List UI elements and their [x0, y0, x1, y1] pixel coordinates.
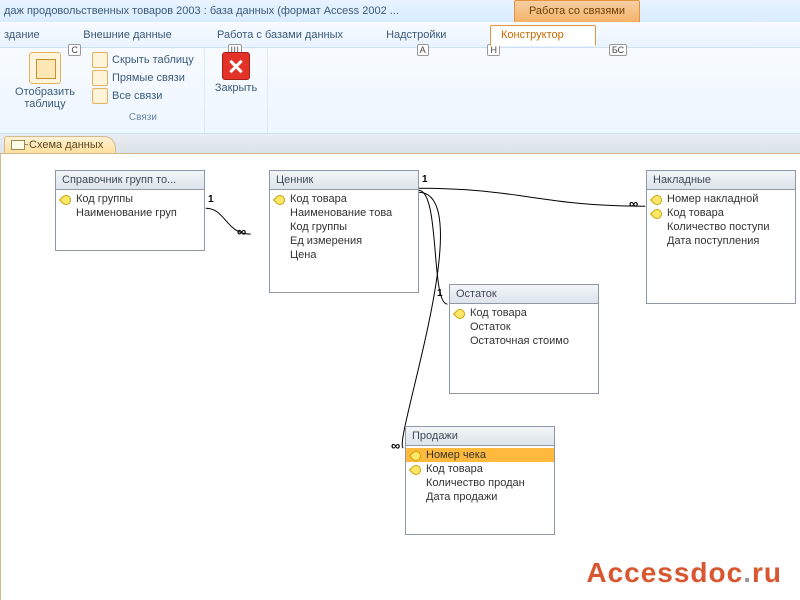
- field-key[interactable]: Код товара: [270, 192, 418, 206]
- field[interactable]: Наименование груп: [56, 206, 204, 220]
- table-sales[interactable]: Продажи Номер чека Код товара Количество…: [405, 426, 555, 535]
- card-one: 1: [437, 288, 443, 299]
- close-icon: [222, 52, 250, 80]
- card-many: ∞: [629, 196, 638, 211]
- table-groups[interactable]: Справочник групп то... Код группы Наимен…: [55, 170, 205, 251]
- field[interactable]: Код группы: [270, 220, 418, 234]
- keytip: БС: [609, 44, 627, 56]
- table-title[interactable]: Справочник групп то...: [56, 171, 204, 190]
- ribbon-tab-database-tools[interactable]: Работа с базами данных А: [217, 29, 358, 41]
- ribbon-tab-create[interactable]: здание С: [4, 29, 55, 41]
- all-relations-icon: [92, 88, 108, 104]
- field-key[interactable]: Код товара: [450, 306, 598, 320]
- field-key[interactable]: Код группы: [56, 192, 204, 206]
- field[interactable]: Остаточная стоимо: [450, 334, 598, 348]
- ribbon-tab-addins[interactable]: Надстройки Н: [386, 29, 462, 41]
- field[interactable]: Дата поступления: [647, 234, 795, 248]
- all-relations-button[interactable]: Все связи: [92, 88, 162, 104]
- field[interactable]: Остаток: [450, 320, 598, 334]
- field-key[interactable]: Код товара: [647, 206, 795, 220]
- relationships-canvas[interactable]: 1 ∞ 1 ∞ 1 ∞ Справочник групп то... Код г…: [0, 154, 800, 600]
- table-title[interactable]: Продажи: [406, 427, 554, 446]
- table-title[interactable]: Ценник: [270, 171, 418, 190]
- card-many: ∞: [391, 438, 400, 453]
- keytip: С: [68, 44, 81, 56]
- table-title[interactable]: Накладные: [647, 171, 795, 190]
- field-key[interactable]: Номер накладной: [647, 192, 795, 206]
- card-many: ∞: [237, 224, 246, 239]
- document-tabs: Схема данных: [0, 134, 800, 154]
- table-invoices[interactable]: Накладные Номер накладной Код товара Кол…: [646, 170, 796, 304]
- contextual-tab-relationships[interactable]: Работа со связями: [514, 0, 640, 22]
- table-stock[interactable]: Остаток Код товара Остаток Остаточная ст…: [449, 284, 599, 394]
- direct-relations-icon: [92, 70, 108, 86]
- ribbon-tab-external-data[interactable]: Внешние данные Ш: [83, 29, 189, 41]
- window-title: даж продовольственных товаров 2003 : баз…: [4, 5, 399, 17]
- ribbon-group-close: Закрыть: [205, 48, 268, 133]
- hide-table-button[interactable]: Скрыть таблицу: [92, 52, 194, 68]
- field-key[interactable]: Код товара: [406, 462, 554, 476]
- schema-tab[interactable]: Схема данных: [4, 136, 116, 153]
- ribbon-tabs: здание С Внешние данные Ш Работа с базам…: [0, 22, 800, 48]
- card-one: 1: [208, 194, 214, 205]
- field[interactable]: Ед измерения: [270, 234, 418, 248]
- table-title[interactable]: Остаток: [450, 285, 598, 304]
- relationships-icon: [11, 140, 25, 150]
- direct-relations-button[interactable]: Прямые связи: [92, 70, 185, 86]
- table-prices[interactable]: Ценник Код товара Наименование това Код …: [269, 170, 419, 293]
- card-one: 1: [422, 174, 428, 185]
- close-button[interactable]: Закрыть: [215, 52, 257, 94]
- field[interactable]: Цена: [270, 248, 418, 262]
- field[interactable]: Дата продажи: [406, 490, 554, 504]
- field[interactable]: Наименование това: [270, 206, 418, 220]
- ribbon-body: Отобразить таблицу Скрыть таблицу Прямые…: [0, 48, 800, 134]
- field-key-selected[interactable]: Номер чека: [406, 448, 554, 462]
- ribbon-group-tools: Отобразить таблицу Скрыть таблицу Прямые…: [0, 48, 205, 133]
- field[interactable]: Количество поступи: [647, 220, 795, 234]
- field[interactable]: Количество продан: [406, 476, 554, 490]
- ribbon-small-buttons: Скрыть таблицу Прямые связи Все связи Св…: [92, 52, 194, 123]
- show-table-icon: [29, 52, 61, 84]
- ribbon-tab-design[interactable]: Конструктор БС: [490, 25, 596, 46]
- keytip: А: [417, 44, 429, 56]
- watermark: Accessdoc.ru: [586, 557, 782, 590]
- hide-table-icon: [92, 52, 108, 68]
- show-table-button[interactable]: Отобразить таблицу: [10, 52, 80, 110]
- ribbon-group-label: Связи: [129, 112, 157, 123]
- window-title-bar: даж продовольственных товаров 2003 : баз…: [0, 0, 800, 22]
